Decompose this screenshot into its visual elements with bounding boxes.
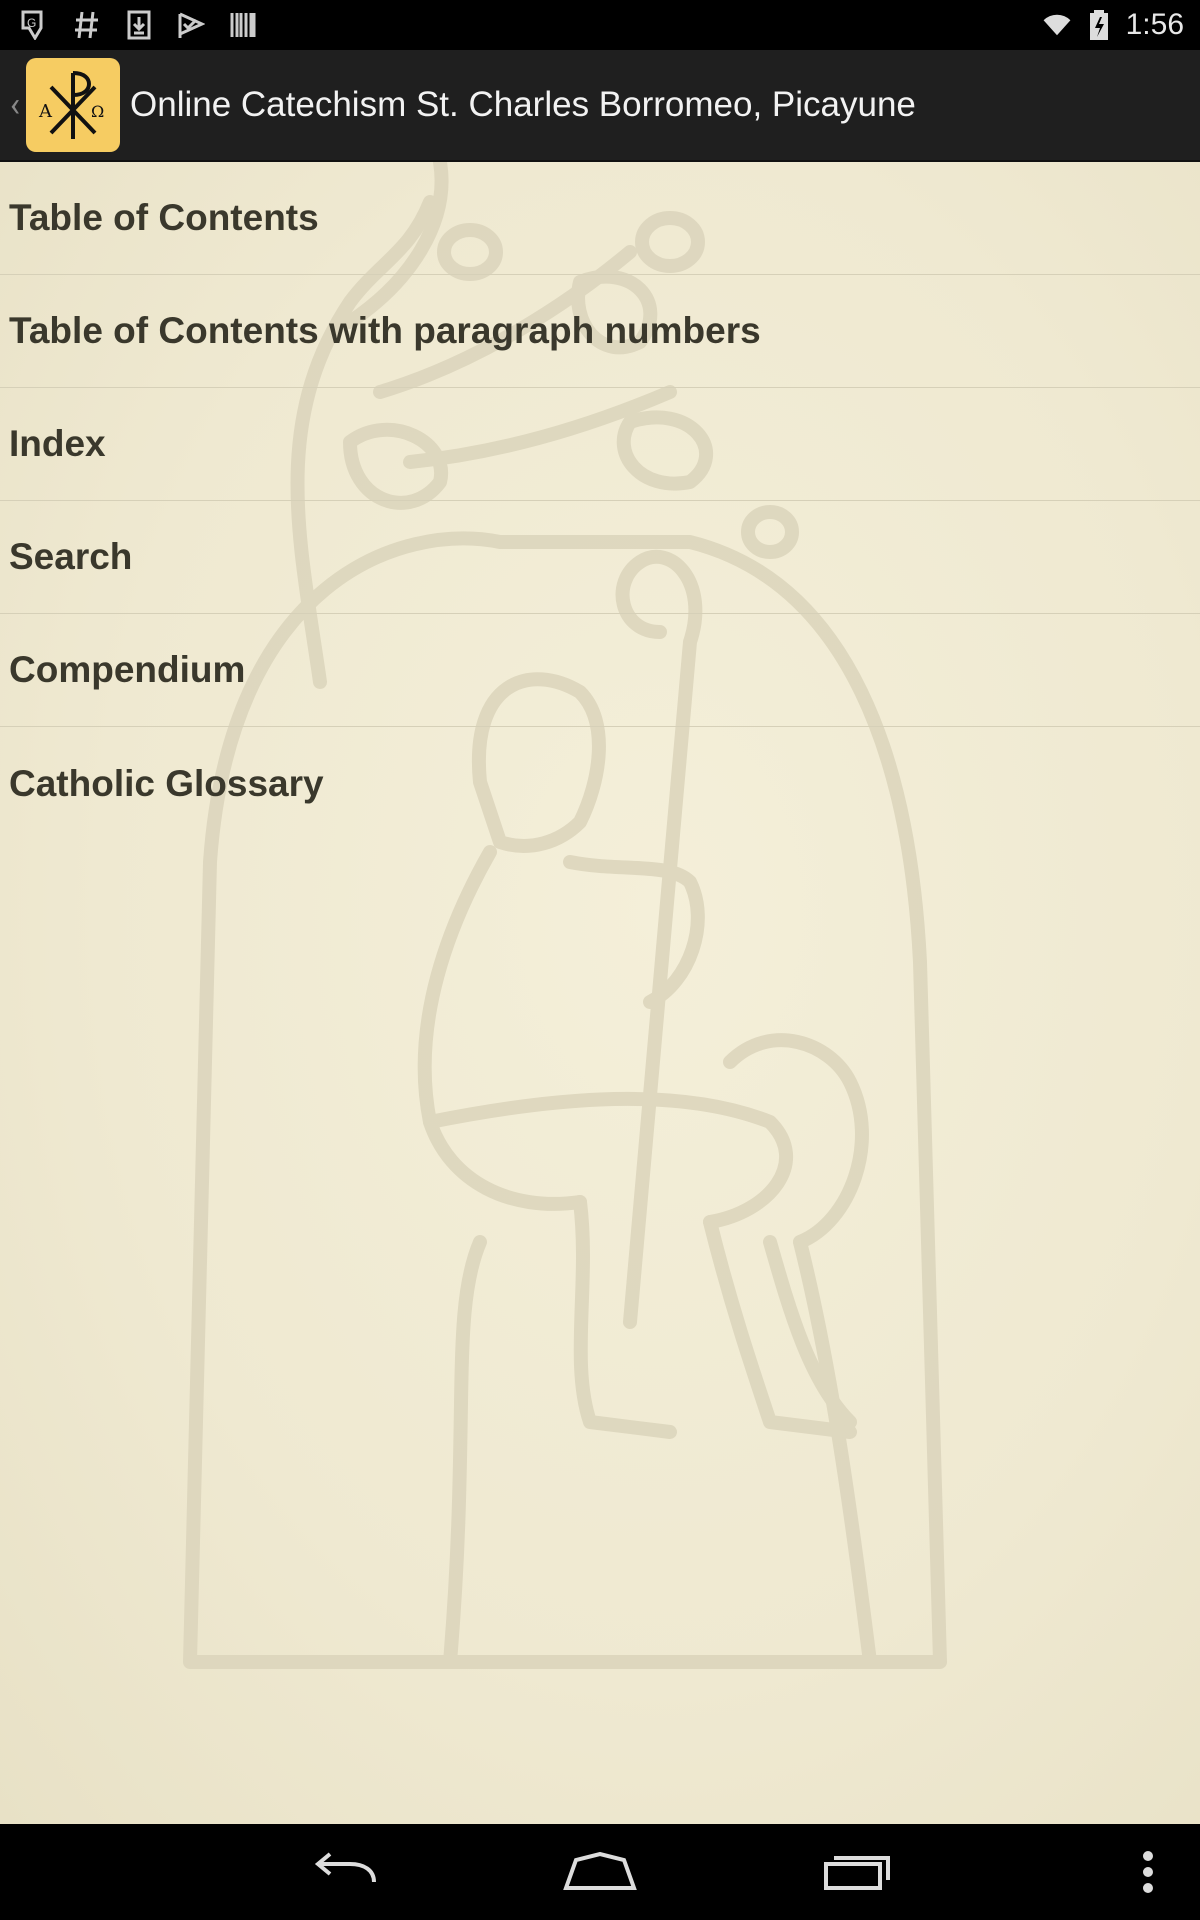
download-icon (124, 10, 154, 40)
menu-item-index[interactable]: Index (0, 388, 1200, 501)
main-content: Table of Contents Table of Contents with… (0, 162, 1200, 1824)
wifi-icon (1042, 10, 1072, 40)
menu-item-label: Index (9, 423, 106, 464)
hash-icon (72, 10, 102, 40)
menu-item-compendium[interactable]: Compendium (0, 614, 1200, 727)
check-flag-icon (176, 10, 206, 40)
menu-item-label: Compendium (9, 649, 246, 690)
svg-text:Ω: Ω (91, 102, 104, 121)
action-bar: ‹ A Ω Online Catechism St. Charles Borro… (0, 50, 1200, 162)
menu-item-label: Table of Contents (9, 197, 319, 238)
action-bar-title: Online Catechism St. Charles Borromeo, P… (130, 85, 916, 124)
overflow-menu-icon[interactable] (1128, 1824, 1168, 1920)
menu-list: Table of Contents Table of Contents with… (0, 162, 1200, 840)
svg-text:G: G (27, 16, 36, 30)
menu-item-search[interactable]: Search (0, 501, 1200, 614)
back-icon[interactable] (300, 1824, 390, 1920)
svg-text:A: A (38, 101, 53, 122)
recents-icon[interactable] (812, 1824, 902, 1920)
menu-item-table-of-contents-paragraph-numbers[interactable]: Table of Contents with paragraph numbers (0, 275, 1200, 388)
location-icon: G (20, 10, 50, 40)
menu-item-catholic-glossary[interactable]: Catholic Glossary (0, 727, 1200, 840)
navigation-bar (0, 1824, 1200, 1920)
up-caret-icon[interactable]: ‹ (4, 85, 26, 125)
menu-item-label: Search (9, 536, 133, 577)
status-time: 1:56 (1125, 8, 1184, 41)
status-bar: G 1:56 (0, 0, 1200, 50)
battery-icon (1084, 10, 1114, 40)
menu-item-label: Catholic Glossary (9, 762, 324, 804)
chi-rho-icon[interactable]: A Ω (26, 58, 120, 152)
home-icon[interactable] (555, 1824, 645, 1920)
barcode-icon (228, 10, 258, 40)
menu-item-label: Table of Contents with paragraph numbers (9, 310, 761, 351)
menu-item-table-of-contents[interactable]: Table of Contents (0, 162, 1200, 275)
